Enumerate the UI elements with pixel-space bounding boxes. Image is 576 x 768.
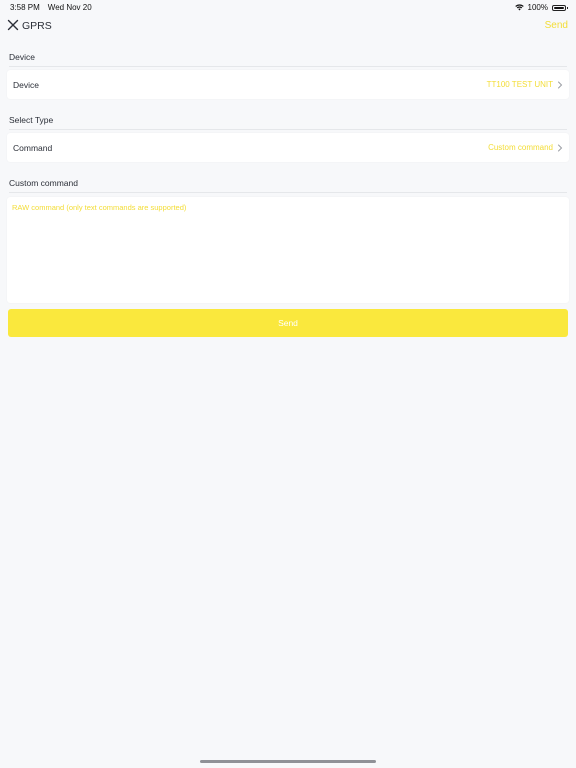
device-row-value: TT100 TEST UNIT — [486, 80, 553, 89]
page-title: GPRS — [22, 20, 52, 32]
device-section-header: Device — [9, 52, 35, 62]
status-left: 3:58 PM Wed Nov 20 — [10, 3, 92, 12]
command-row-right: Custom command — [488, 143, 563, 152]
battery-icon — [552, 4, 568, 11]
send-button[interactable]: Send — [8, 309, 568, 337]
device-row-label: Device — [13, 79, 39, 90]
command-row-value: Custom command — [488, 143, 553, 152]
custom-section-header: Custom command — [9, 178, 78, 188]
custom-command-input[interactable] — [7, 197, 569, 303]
device-row[interactable]: Device TT100 TEST UNIT — [7, 70, 569, 99]
nav-send-button[interactable]: Send — [545, 20, 568, 31]
status-bar: 3:58 PM Wed Nov 20 100% — [0, 0, 576, 14]
wifi-icon — [514, 4, 524, 11]
custom-divider — [9, 192, 567, 193]
battery-percent: 100% — [527, 3, 548, 12]
status-time: 3:58 PM — [10, 3, 40, 12]
command-row[interactable]: Command Custom command — [7, 133, 569, 162]
home-indicator — [200, 760, 376, 763]
command-row-label: Command — [13, 142, 53, 153]
custom-command-box — [7, 197, 569, 303]
status-date: Wed Nov 20 — [47, 3, 92, 12]
chevron-right-icon — [558, 81, 563, 88]
nav-bar: GPRS Send — [0, 14, 576, 40]
device-row-right: TT100 TEST UNIT — [487, 80, 563, 89]
chevron-right-icon — [558, 144, 563, 151]
type-section-header: Select Type — [9, 115, 54, 125]
status-right: 100% — [514, 3, 568, 12]
type-divider — [9, 129, 567, 130]
device-divider — [9, 66, 567, 67]
close-icon[interactable] — [6, 18, 20, 32]
